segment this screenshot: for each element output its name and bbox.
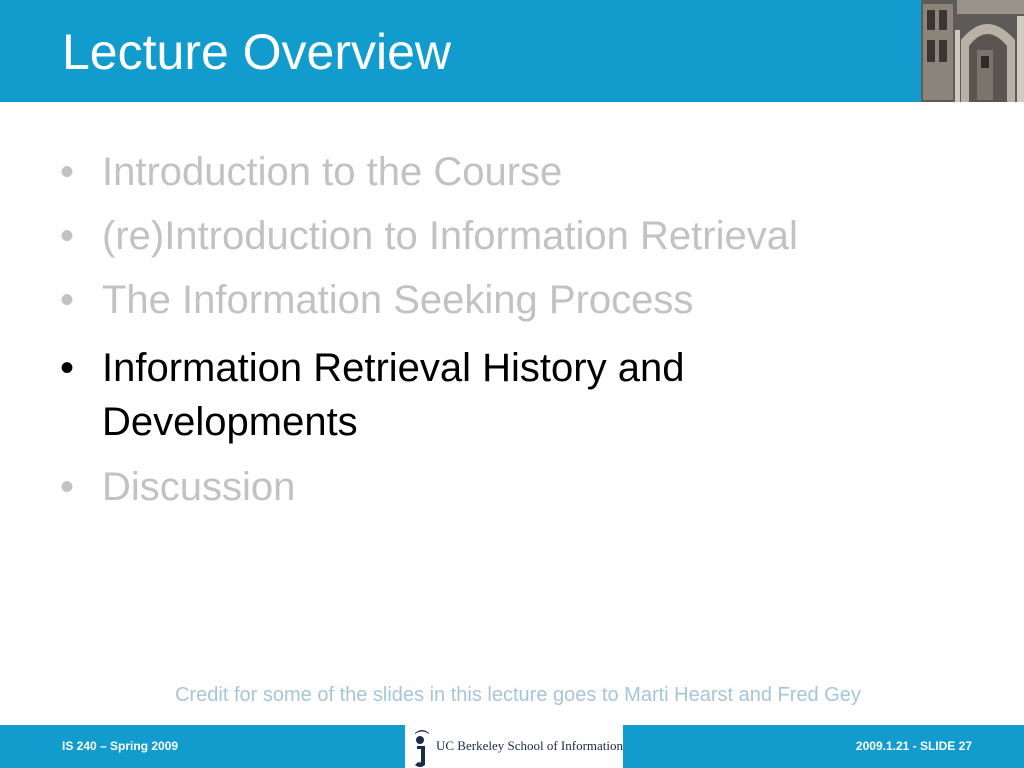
slide-header: Lecture Overview — [0, 0, 1024, 102]
bullet-text: Information Retrieval History and — [102, 346, 685, 390]
bullet-marker: • — [60, 150, 75, 194]
bullet-text: Discussion — [102, 465, 296, 509]
bullet-marker: • — [60, 214, 75, 258]
ischool-i-logo-icon — [415, 730, 429, 767]
school-logo-text: UC Berkeley School of Information — [436, 738, 624, 753]
slide-footer: IS 240 – Spring 2009 UC Berkeley School … — [0, 725, 1024, 768]
bullet-text-continuation: Developments — [102, 400, 358, 444]
bullet-marker: • — [60, 465, 75, 509]
school-logo: UC Berkeley School of Information — [405, 725, 623, 768]
slide-number: 2009.1.21 - SLIDE 27 — [855, 739, 972, 753]
bullet-marker: • — [60, 278, 75, 322]
credit-note: Credit for some of the slides in this le… — [175, 684, 861, 706]
slide-title: Lecture Overview — [62, 24, 452, 80]
building-archway-photo — [921, 0, 1024, 102]
course-label: IS 240 – Spring 2009 — [62, 739, 179, 753]
bullet-text: The Information Seeking Process — [102, 278, 694, 322]
bullet-text: (re)Introduction to Information Retrieva… — [102, 214, 798, 258]
bullet-marker: • — [60, 346, 75, 390]
bullet-text: Introduction to the Course — [102, 150, 563, 194]
